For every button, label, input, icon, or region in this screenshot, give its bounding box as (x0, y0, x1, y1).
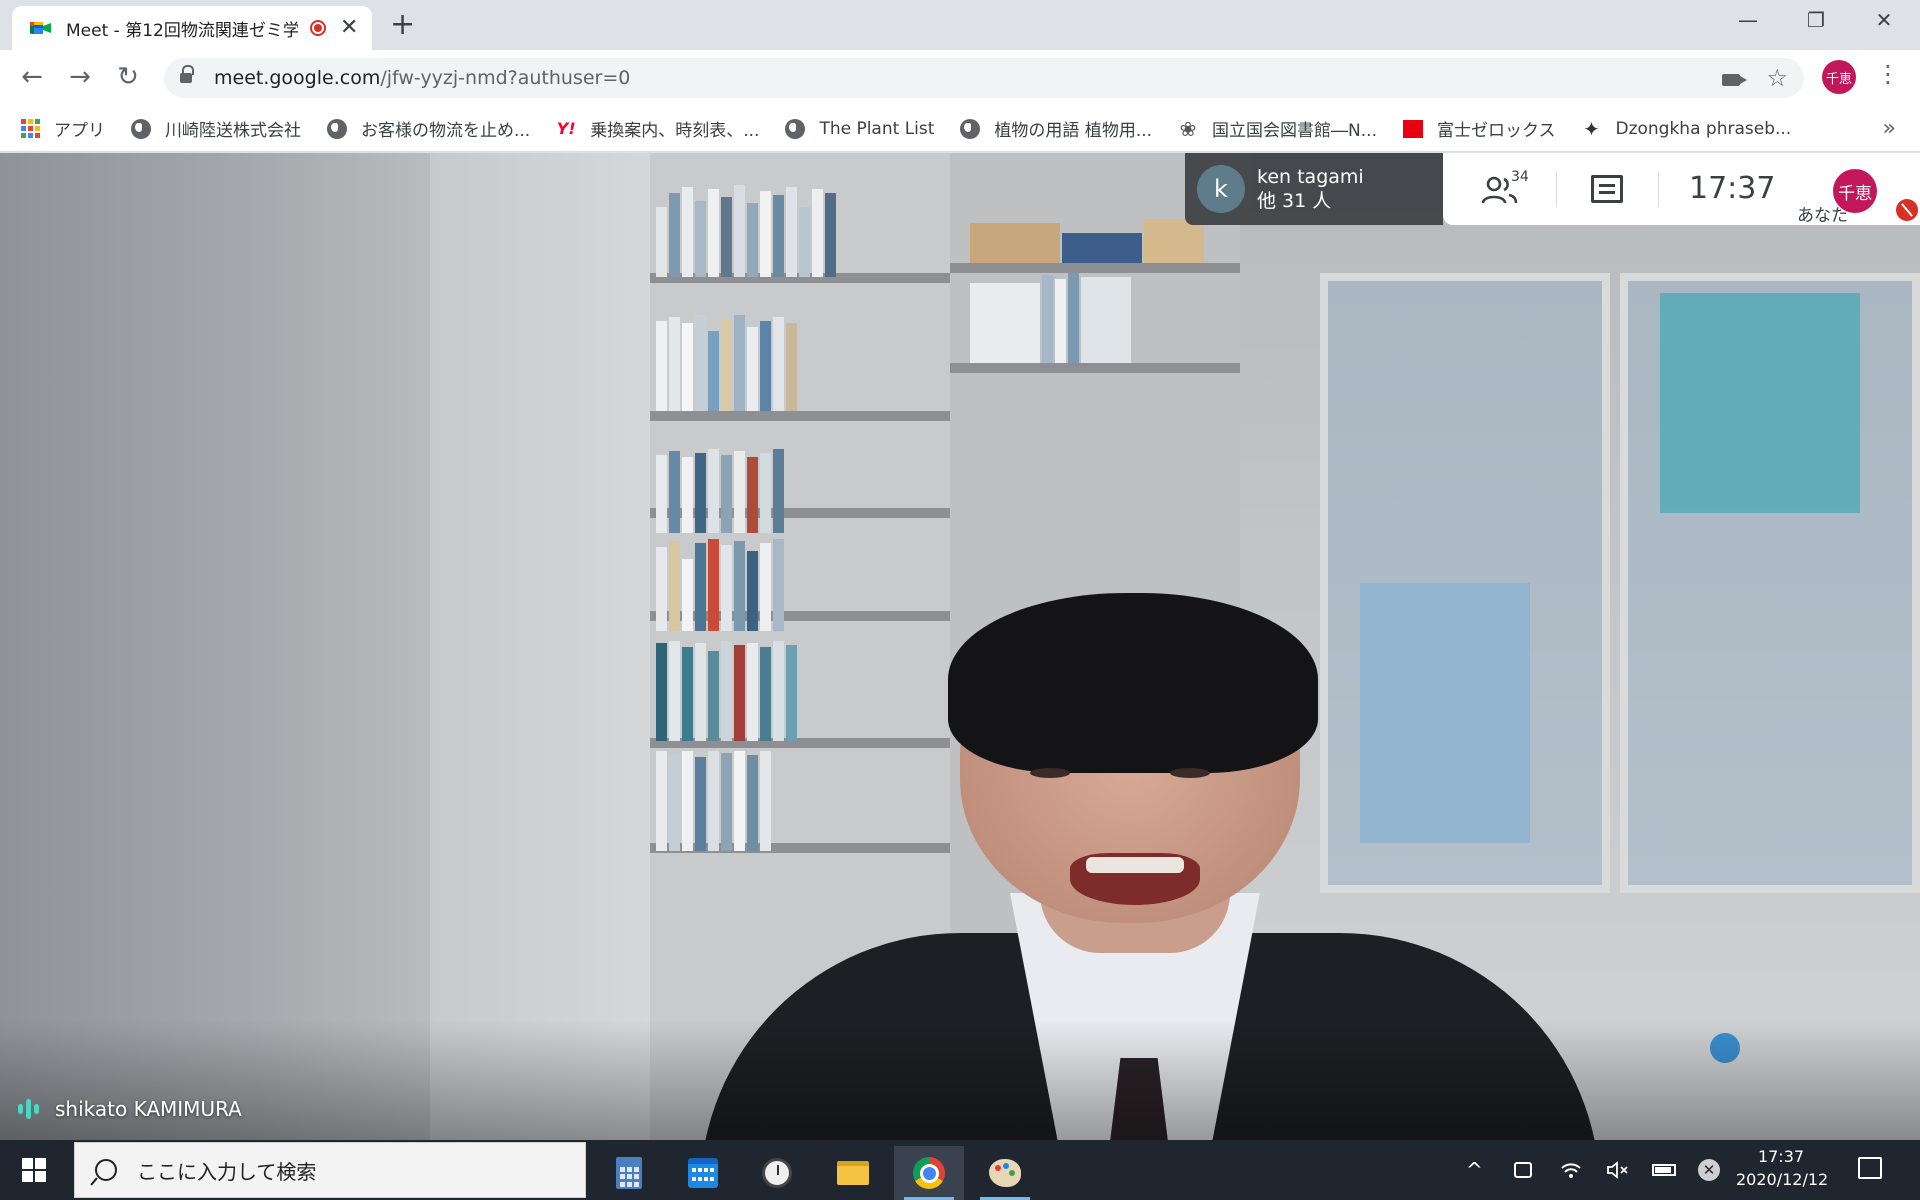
meet-top-bar: 34 17:37 あなた 千恵 (1443, 153, 1920, 226)
bookmark-logistics[interactable]: お客様の物流を止め... (327, 116, 530, 141)
bookmark-star-icon[interactable]: ☆ (1766, 66, 1788, 90)
presenter-name: ken tagami (1257, 166, 1364, 188)
apps-grid-icon (20, 119, 40, 139)
fujixerox-icon (1402, 119, 1423, 139)
participant-hair (948, 593, 1318, 773)
others-count: 他 31 人 (1257, 190, 1332, 212)
windows-start-icon[interactable] (22, 1158, 46, 1182)
volume-muted-icon[interactable] (1606, 1140, 1630, 1200)
taskbar-date: 2020/12/12 (1736, 1170, 1829, 1189)
yahoo-icon: Y! (556, 119, 576, 138)
search-icon (95, 1159, 117, 1181)
presenter-pill[interactable]: k ken tagami 他 31 人 (1185, 153, 1443, 225)
globe-icon (131, 118, 151, 139)
file-explorer-icon[interactable] (818, 1146, 888, 1200)
taskbar-clock[interactable]: 17:37 2020/12/12 (1736, 1146, 1829, 1192)
lock-icon[interactable] (180, 65, 194, 85)
bookmark-yahoo-transit[interactable]: Y! 乗換案内、時刻表、... (556, 116, 760, 141)
google-meet-icon (30, 19, 52, 37)
tray-overflow-icon[interactable]: ^ (1466, 1140, 1483, 1200)
bookmark-label: 富士ゼロックス (1436, 121, 1556, 141)
bookmark-label: 川崎陸送株式会社 (165, 121, 301, 141)
window-close-button[interactable]: ✕ (1872, 8, 1896, 32)
reload-button[interactable]: ↻ (112, 62, 144, 92)
minimize-button[interactable]: — (1736, 8, 1760, 32)
mic-muted-icon (1896, 199, 1918, 221)
bookmark-label: The Plant List (819, 118, 935, 139)
participant-eye (1030, 768, 1070, 778)
bookmark-label: 国立国会図書館―N... (1212, 121, 1377, 141)
recording-indicator-icon (310, 20, 326, 36)
tab-close-icon[interactable]: ✕ (340, 17, 358, 39)
battery-icon[interactable] (1652, 1140, 1676, 1200)
bookmark-fujixerox[interactable]: 富士ゼロックス (1402, 116, 1556, 141)
sparkle-icon: ✦ (1583, 116, 1600, 141)
bookmark-plant-list[interactable]: The Plant List (785, 118, 935, 139)
meet-video-stage[interactable]: k ken tagami 他 31 人 34 17:37 あなた 千恵 shik… (0, 153, 1920, 1140)
ndl-icon: ❀ (1179, 116, 1197, 141)
browser-tab-meet[interactable]: Meet - 第12回物流関連ゼミ学 ✕ (12, 6, 372, 50)
new-tab-button[interactable]: + (390, 10, 415, 40)
address-bar[interactable]: meet.google.com/jfw-yyzj-nmd?authuser=0 … (164, 58, 1804, 98)
search-placeholder: ここに入力して検索 (137, 1159, 317, 1184)
bookmark-kawasaki[interactable]: 川崎陸送株式会社 (131, 116, 301, 141)
paint-icon[interactable] (970, 1146, 1040, 1200)
back-button[interactable]: ← (16, 62, 48, 92)
video-shade (0, 1020, 1920, 1140)
globe-icon (785, 118, 806, 139)
bookmark-dzongkha[interactable]: ✦ Dzongkha phraseb... (1581, 116, 1792, 141)
bookmark-label: 植物の用語 植物用... (994, 121, 1153, 141)
chrome-icon[interactable] (894, 1146, 964, 1200)
chat-icon[interactable] (1591, 175, 1623, 203)
speaker-label: shikato KAMIMURA (18, 1097, 242, 1121)
bookmark-label: アプリ (54, 121, 105, 141)
calendar-icon[interactable] (668, 1146, 738, 1200)
taskbar-time: 17:37 (1757, 1147, 1805, 1166)
camera-in-use-icon[interactable] (1722, 74, 1748, 86)
taskbar-search-box[interactable]: ここに入力して検索 (74, 1142, 586, 1198)
wifi-icon[interactable] (1560, 1140, 1582, 1200)
app-status-icon[interactable]: ✕ (1698, 1140, 1720, 1200)
profile-avatar[interactable]: 千恵 (1822, 60, 1856, 94)
bookmarks-bar: アプリ 川崎陸送株式会社 お客様の物流を止め... Y! 乗換案内、時刻表、..… (0, 106, 1920, 152)
tab-title: Meet - 第12回物流関連ゼミ学 (66, 20, 298, 41)
speaker-name: shikato KAMIMURA (55, 1097, 242, 1121)
bookmark-label: お客様の物流を止め... (361, 121, 531, 141)
background-wall (430, 153, 650, 1140)
bookmark-ndl[interactable]: ❀ 国立国会図書館―N... (1178, 116, 1377, 142)
alarms-clock-icon[interactable] (742, 1146, 812, 1200)
tab-strip: Meet - 第12回物流関連ゼミ学 ✕ + — ❐ ✕ (0, 0, 1920, 50)
url-path: /jfw-yyzj-nmd?authuser=0 (380, 67, 631, 89)
audio-level-icon (18, 1099, 39, 1119)
browser-toolbar: ← → ↻ meet.google.com/jfw-yyzj-nmd?authu… (0, 50, 1920, 106)
divider (1658, 171, 1659, 207)
globe-icon (960, 118, 981, 139)
notifications-icon[interactable] (1858, 1157, 1882, 1179)
divider (1556, 171, 1557, 207)
calculator-icon[interactable] (594, 1146, 664, 1200)
bookmarks-overflow-icon[interactable]: » (1883, 116, 1896, 141)
meet-now-icon[interactable] (1514, 1140, 1532, 1200)
bookmark-label: Dzongkha phraseb... (1615, 118, 1792, 139)
bookmark-apps[interactable]: アプリ (20, 116, 105, 141)
meeting-clock: 17:37 (1689, 171, 1776, 206)
participant-eye (1170, 768, 1210, 778)
bookmark-label: 乗換案内、時刻表、... (590, 121, 760, 141)
self-avatar[interactable]: 千恵 (1833, 169, 1877, 213)
browser-menu-icon[interactable]: ⋮ (1876, 62, 1900, 86)
background-wall (0, 153, 430, 1140)
participant-avatar: k (1197, 165, 1245, 213)
globe-icon (327, 118, 347, 139)
bookmark-plant-terms[interactable]: 植物の用語 植物用... (960, 116, 1152, 141)
participant-count: 34 (1511, 169, 1529, 185)
windows-taskbar: ここに入力して検索 ^ ✕ 17:37 2020/12/12 (0, 1140, 1920, 1200)
url-host: meet.google.com (214, 67, 381, 89)
restore-button[interactable]: ❐ (1804, 8, 1828, 32)
participant-teeth (1086, 857, 1184, 873)
forward-button[interactable]: → (64, 62, 96, 92)
